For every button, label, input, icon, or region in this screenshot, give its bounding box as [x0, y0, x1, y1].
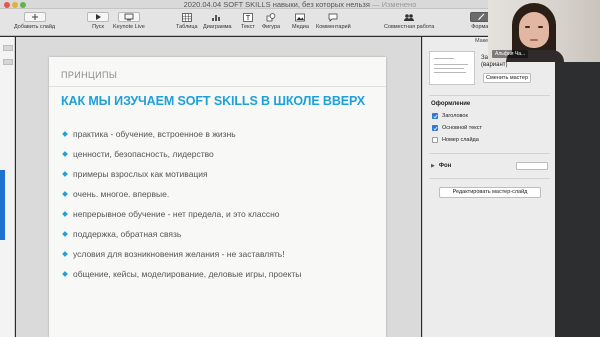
text-label: Текст	[241, 24, 255, 30]
keynote-live-label: Keynote Live	[113, 24, 145, 30]
slide-divider	[49, 86, 386, 87]
bullet-text: очень. многое. впервые.	[73, 189, 170, 199]
bullet-text: поддержка, обратная связь	[73, 229, 182, 239]
bullet-text: практика - обучение, встроенное в жизнь	[73, 129, 236, 139]
bullet-diamond-icon	[62, 251, 68, 257]
bullet-text: примеры взрослых как мотивация	[73, 169, 208, 179]
media-icon	[294, 12, 306, 22]
slide-canvas: ПРИНЦИПЫ КАК МЫ ИЗУЧАЕМ SOFT SKILLS В ШК…	[16, 37, 421, 337]
add-slide-button[interactable]: Добавить слайд	[14, 12, 55, 30]
bullet-item[interactable]: примеры взрослых как мотивация	[62, 169, 208, 179]
body-checkbox-row[interactable]: Основной текст	[432, 125, 482, 131]
table-button[interactable]: Таблица	[176, 12, 198, 30]
bullet-item[interactable]: поддержка, обратная связь	[62, 229, 182, 239]
bullet-text: общение, кейсы, моделирование, деловые и…	[73, 269, 302, 279]
slide[interactable]: ПРИНЦИПЫ КАК МЫ ИЗУЧАЕМ SOFT SKILLS В ШК…	[49, 57, 386, 337]
webcam-person-eye	[538, 26, 543, 28]
bullet-diamond-icon	[62, 171, 68, 177]
checkmark-icon[interactable]	[432, 113, 438, 119]
chart-icon	[211, 12, 223, 22]
thumb-line	[434, 58, 454, 59]
checkmark-icon[interactable]	[432, 125, 438, 131]
shape-label: Фигура	[262, 24, 281, 30]
bullet-text: условия для возникновения желания - не з…	[73, 249, 285, 259]
slide-navigator[interactable]	[0, 37, 15, 337]
play-label: Пуск	[92, 24, 104, 30]
title-checkbox-row[interactable]: Заголовок	[432, 113, 468, 119]
bullet-diamond-icon	[62, 191, 68, 197]
divider	[429, 178, 550, 179]
text-button[interactable]: Текст	[241, 12, 255, 30]
bullet-item[interactable]: очень. многое. впервые.	[62, 189, 170, 199]
title-checkbox-label: Заголовок	[442, 113, 468, 119]
bullet-diamond-icon	[62, 211, 68, 217]
webcam-person-face	[519, 12, 549, 48]
disclosure-triangle-icon: ▶	[431, 163, 435, 169]
bullet-diamond-icon	[62, 131, 68, 137]
chart-button[interactable]: Диаграмма	[203, 12, 232, 30]
background-color-well[interactable]	[516, 162, 548, 170]
master-thumbnail	[429, 51, 475, 85]
shape-icon	[265, 12, 277, 22]
bullet-text: ценности, безопасность, лидерство	[73, 149, 214, 159]
slide-number-checkbox-row[interactable]: Номер слайда	[432, 137, 479, 143]
collaborate-icon	[403, 12, 415, 22]
bullet-diamond-icon	[62, 151, 68, 157]
body-checkbox-label: Основной текст	[442, 125, 482, 131]
checkbox-empty-icon[interactable]	[432, 137, 438, 143]
edited-label: — Изменено	[372, 0, 417, 9]
bullet-item[interactable]: ценности, безопасность, лидерство	[62, 149, 214, 159]
add-slide-label: Добавить слайд	[14, 24, 56, 30]
document-title-text: 2020.04.04 SOFT SKILLS навыки, без котор…	[183, 0, 370, 9]
comment-label: Комментарий	[316, 24, 351, 30]
media-label: Медиа	[292, 24, 309, 30]
shape-button[interactable]: Фигура	[262, 12, 280, 30]
keynote-live-button[interactable]: Keynote Live	[113, 12, 145, 30]
text-icon	[242, 12, 254, 22]
bullet-text: непрерывное обучение - нет предела, и эт…	[73, 209, 280, 219]
bullet-item[interactable]: условия для возникновения желания - не з…	[62, 249, 285, 259]
comment-button[interactable]: Комментарий	[316, 12, 351, 30]
bullet-diamond-icon	[62, 271, 68, 277]
selected-slide-marker	[0, 170, 5, 240]
plus-icon	[23, 12, 46, 22]
format-inspector: Макет сл Заголовок и пункты (вариант) См…	[422, 37, 555, 337]
appearance-section-title: Оформление	[431, 101, 471, 107]
background-disclosure[interactable]: ▶ Фон	[431, 163, 451, 169]
slide-number-checkbox-label: Номер слайда	[442, 137, 479, 143]
thumb-line	[434, 68, 464, 69]
play-icon	[87, 12, 109, 22]
bullet-item[interactable]: общение, кейсы, моделирование, деловые и…	[62, 269, 302, 279]
table-icon	[181, 12, 193, 22]
slide-heading[interactable]: КАК МЫ ИЗУЧАЕМ SOFT SKILLS В ШКОЛЕ ВВЕРХ	[61, 94, 365, 108]
keynote-live-icon	[117, 12, 140, 22]
slide-thumbnail[interactable]	[3, 45, 13, 51]
participant-name-label: Альфия Ча...	[492, 50, 529, 58]
slide-thumbnail[interactable]	[3, 59, 13, 65]
edit-master-slide-button[interactable]: Редактировать мастер-слайд	[439, 187, 541, 198]
bullet-item[interactable]: практика - обучение, встроенное в жизнь	[62, 129, 236, 139]
table-label: Таблица	[176, 24, 198, 30]
bullet-item[interactable]: непрерывное обучение - нет предела, и эт…	[62, 209, 280, 219]
chart-label: Диаграмма	[203, 24, 232, 30]
collaborate-label: Совместная работа	[384, 24, 435, 30]
thumb-line	[434, 72, 466, 73]
video-conference-strip	[556, 37, 600, 337]
background-label: Фон	[438, 163, 452, 169]
webcam-person-mouth	[530, 39, 538, 41]
thumb-line	[434, 64, 468, 65]
bullet-diamond-icon	[62, 231, 68, 237]
media-button[interactable]: Медиа	[292, 12, 309, 30]
play-button[interactable]: Пуск	[87, 12, 109, 30]
webcam-overlay[interactable]: Альфия Ча...	[488, 0, 600, 62]
webcam-person-eye	[525, 26, 530, 28]
slide-section-label[interactable]: ПРИНЦИПЫ	[61, 70, 117, 80]
divider	[429, 95, 550, 96]
change-master-button[interactable]: Сменить мастер	[483, 73, 531, 83]
collaborate-button[interactable]: Совместная работа	[384, 12, 434, 30]
divider	[429, 153, 550, 154]
comment-icon	[327, 12, 339, 22]
